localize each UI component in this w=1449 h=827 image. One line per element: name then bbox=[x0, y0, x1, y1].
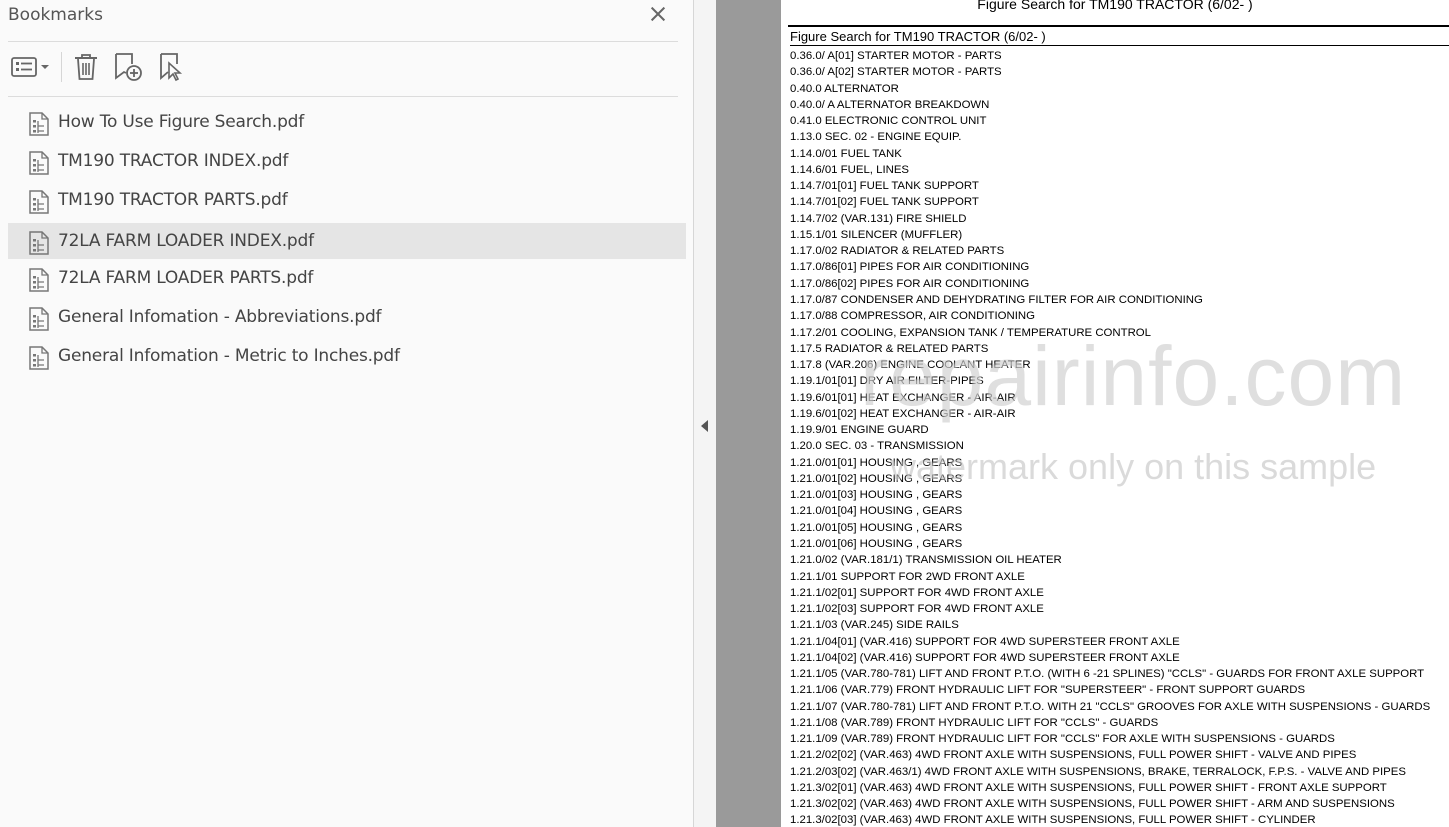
bookmarks-title: Bookmarks bbox=[8, 5, 103, 25]
figure-link[interactable]: 1.21.0/01[06] HOUSING , GEARS bbox=[790, 536, 1449, 552]
figure-link[interactable]: 1.21.2/02[02] (VAR.463) 4WD FRONT AXLE W… bbox=[790, 747, 1449, 763]
figure-link[interactable]: 1.17.0/87 CONDENSER AND DEHYDRATING FILT… bbox=[790, 292, 1449, 308]
bookmark-label: 72LA FARM LOADER INDEX.pdf bbox=[58, 231, 314, 251]
bookmark-selection-icon bbox=[160, 53, 183, 82]
bookmark-item[interactable]: TM190 TRACTOR PARTS.pdf bbox=[8, 182, 686, 218]
pdf-attachment-icon bbox=[29, 268, 49, 292]
figure-link[interactable]: 1.21.1/05 (VAR.780-781) LIFT AND FRONT P… bbox=[790, 666, 1449, 682]
bookmark-item[interactable]: General Infomation - Abbreviations.pdf bbox=[8, 299, 686, 335]
bookmark-label: General Infomation - Abbreviations.pdf bbox=[58, 307, 382, 327]
pdf-attachment-icon bbox=[29, 112, 49, 136]
figure-link[interactable]: 1.21.1/02[01] SUPPORT FOR 4WD FRONT AXLE bbox=[790, 585, 1449, 601]
figure-link[interactable]: 1.14.7/02 (VAR.131) FIRE SHIELD bbox=[790, 211, 1449, 227]
figure-link[interactable]: 1.21.0/01[03] HOUSING , GEARS bbox=[790, 487, 1449, 503]
figure-link[interactable]: 1.21.0/01[04] HOUSING , GEARS bbox=[790, 503, 1449, 519]
figure-link[interactable]: 1.21.0/01[05] HOUSING , GEARS bbox=[790, 520, 1449, 536]
page-heading: Figure Search for TM190 TRACTOR (6/02- ) bbox=[977, 0, 1253, 12]
page-subheading: Figure Search for TM190 TRACTOR (6/02- ) bbox=[790, 29, 1449, 46]
bookmark-add-icon bbox=[115, 53, 142, 81]
figure-link[interactable]: 0.41.0 ELECTRONIC CONTROL UNIT bbox=[790, 113, 1449, 129]
figure-link[interactable]: 1.13.0 SEC. 02 - ENGINE EQUIP. bbox=[790, 129, 1449, 145]
figure-link[interactable]: 1.21.3/02[03] (VAR.463) 4WD FRONT AXLE W… bbox=[790, 812, 1449, 827]
toolbar-divider bbox=[8, 96, 678, 97]
bookmark-item[interactable]: How To Use Figure Search.pdf bbox=[8, 104, 686, 140]
figure-link[interactable]: 1.21.1/01 SUPPORT FOR 2WD FRONT AXLE bbox=[790, 569, 1449, 585]
figure-link[interactable]: 1.17.0/86[01] PIPES FOR AIR CONDITIONING bbox=[790, 259, 1449, 275]
pdf-attachment-icon bbox=[29, 190, 49, 214]
figure-link[interactable]: 1.14.6/01 FUEL, LINES bbox=[790, 162, 1449, 178]
bookmarks-header: Bookmarks bbox=[0, 0, 694, 34]
figure-link[interactable]: 0.40.0/ A ALTERNATOR BREAKDOWN bbox=[790, 97, 1449, 113]
watermark-sub: watermark only on this sample bbox=[890, 446, 1377, 487]
figure-link[interactable]: 1.21.1/06 (VAR.779) FRONT HYDRAULIC LIFT… bbox=[790, 682, 1449, 698]
bookmark-label: General Infomation - Metric to Inches.pd… bbox=[58, 346, 400, 366]
close-icon[interactable] bbox=[646, 2, 670, 26]
bookmark-label: How To Use Figure Search.pdf bbox=[58, 112, 305, 132]
figure-link[interactable]: 1.21.2/03[02] (VAR.463/1) 4WD FRONT AXLE… bbox=[790, 764, 1449, 780]
figure-link[interactable]: 1.21.1/04[02] (VAR.416) SUPPORT FOR 4WD … bbox=[790, 650, 1449, 666]
bookmarks-panel: Bookmarks How To Use Figure Search.pdf T… bbox=[0, 0, 694, 827]
bookmark-label: 72LA FARM LOADER PARTS.pdf bbox=[58, 268, 314, 288]
collapse-arrow-icon[interactable] bbox=[701, 420, 708, 432]
figure-list: 0.36.0/ A[01] STARTER MOTOR - PARTS 0.36.… bbox=[790, 48, 1449, 827]
figure-link[interactable]: 1.21.1/02[03] SUPPORT FOR 4WD FRONT AXLE bbox=[790, 601, 1449, 617]
figure-link[interactable]: 1.17.0/88 COMPRESSOR, AIR CONDITIONING bbox=[790, 308, 1449, 324]
bookmark-from-selection-button[interactable] bbox=[154, 50, 188, 84]
toolbar-separator bbox=[61, 52, 62, 82]
list-options-icon bbox=[11, 57, 49, 77]
figure-link[interactable]: 1.21.1/03 (VAR.245) SIDE RAILS bbox=[790, 617, 1449, 633]
figure-link[interactable]: 1.21.3/02[01] (VAR.463) 4WD FRONT AXLE W… bbox=[790, 780, 1449, 796]
bookmarks-toolbar bbox=[0, 46, 694, 90]
panel-splitter[interactable] bbox=[694, 0, 716, 827]
new-bookmark-button[interactable] bbox=[110, 50, 146, 84]
bookmark-label: TM190 TRACTOR PARTS.pdf bbox=[58, 190, 288, 210]
watermark-main: repairinfo.com bbox=[860, 329, 1407, 423]
figure-link[interactable]: 1.14.7/01[01] FUEL TANK SUPPORT bbox=[790, 178, 1449, 194]
pdf-attachment-icon bbox=[29, 346, 49, 370]
delete-bookmark-button[interactable] bbox=[70, 50, 102, 84]
pdf-attachment-icon bbox=[29, 231, 49, 255]
figure-link[interactable]: 0.36.0/ A[02] STARTER MOTOR - PARTS bbox=[790, 64, 1449, 80]
figure-link[interactable]: 1.21.3/02[02] (VAR.463) 4WD FRONT AXLE W… bbox=[790, 796, 1449, 812]
figure-link[interactable]: 1.21.0/02 (VAR.181/1) TRANSMISSION OIL H… bbox=[790, 552, 1449, 568]
list-options-button[interactable] bbox=[8, 50, 52, 84]
trash-icon bbox=[75, 54, 97, 80]
figure-link[interactable]: 1.21.1/09 (VAR.789) FRONT HYDRAULIC LIFT… bbox=[790, 731, 1449, 747]
figure-link[interactable]: 1.15.1/01 SILENCER (MUFFLER) bbox=[790, 227, 1449, 243]
figure-link[interactable]: 1.17.0/02 RADIATOR & RELATED PARTS bbox=[790, 243, 1449, 259]
figure-link[interactable]: 1.14.0/01 FUEL TANK bbox=[790, 146, 1449, 162]
heading-rule bbox=[788, 25, 1449, 27]
bookmark-item-selected[interactable]: 72LA FARM LOADER INDEX.pdf bbox=[8, 223, 686, 259]
figure-link[interactable]: 1.21.1/07 (VAR.780-781) LIFT AND FRONT P… bbox=[790, 699, 1449, 715]
pdf-attachment-icon bbox=[29, 307, 49, 331]
figure-link[interactable]: 0.40.0 ALTERNATOR bbox=[790, 81, 1449, 97]
figure-link[interactable]: 1.17.0/86[02] PIPES FOR AIR CONDITIONING bbox=[790, 276, 1449, 292]
bookmark-label: TM190 TRACTOR INDEX.pdf bbox=[58, 151, 289, 171]
figure-link[interactable]: 1.21.1/04[01] (VAR.416) SUPPORT FOR 4WD … bbox=[790, 634, 1449, 650]
figure-link[interactable]: 1.21.1/08 (VAR.789) FRONT HYDRAULIC LIFT… bbox=[790, 715, 1449, 731]
bookmark-item[interactable]: 72LA FARM LOADER PARTS.pdf bbox=[8, 260, 686, 296]
figure-link[interactable]: 0.36.0/ A[01] STARTER MOTOR - PARTS bbox=[790, 48, 1449, 64]
bookmark-item[interactable]: General Infomation - Metric to Inches.pd… bbox=[8, 338, 686, 374]
header-divider bbox=[8, 41, 678, 42]
pdf-attachment-icon bbox=[29, 151, 49, 175]
bookmark-item[interactable]: TM190 TRACTOR INDEX.pdf bbox=[8, 143, 686, 179]
figure-link[interactable]: 1.14.7/01[02] FUEL TANK SUPPORT bbox=[790, 194, 1449, 210]
